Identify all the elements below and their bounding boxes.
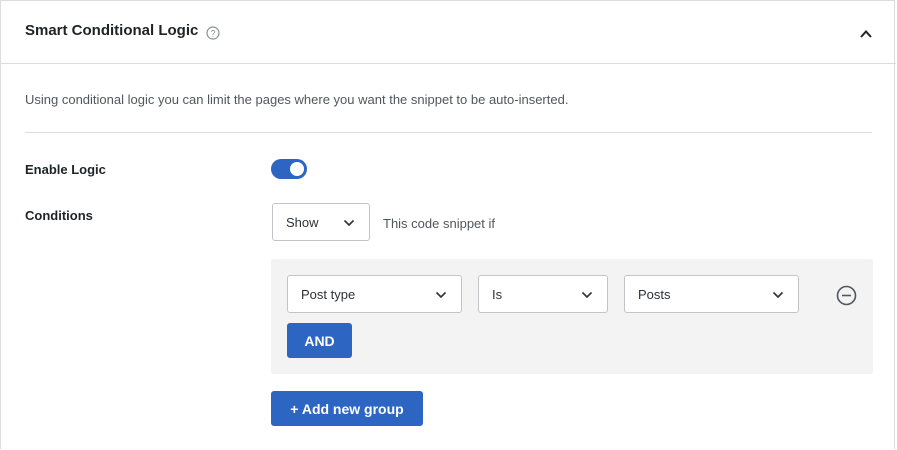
conditions-label: Conditions	[25, 208, 93, 223]
panel-title: Smart Conditional Logic	[25, 22, 199, 39]
rule-value-value: Posts	[638, 287, 671, 302]
rule-operator-select[interactable]: Is	[478, 275, 608, 313]
svg-text:?: ?	[210, 29, 215, 39]
panel-description: Using conditional logic you can limit th…	[25, 92, 569, 107]
conditions-hint: This code snippet if	[383, 216, 496, 231]
and-button[interactable]: AND	[287, 323, 352, 358]
panel-header: Smart Conditional Logic ?	[1, 1, 896, 64]
show-hide-value: Show	[286, 215, 319, 230]
chevron-down-icon	[343, 219, 355, 227]
conditional-logic-panel: Smart Conditional Logic ? Using conditio…	[0, 0, 896, 449]
enable-logic-toggle[interactable]	[271, 159, 307, 179]
toggle-knob	[290, 162, 304, 176]
chevron-up-icon[interactable]	[858, 26, 874, 42]
rule-field-value: Post type	[301, 287, 356, 302]
chevron-down-icon	[772, 291, 784, 299]
divider	[25, 132, 872, 133]
chevron-down-icon	[581, 291, 593, 299]
help-icon[interactable]: ?	[206, 26, 220, 40]
enable-logic-label: Enable Logic	[25, 162, 106, 177]
rule-operator-value: Is	[492, 287, 503, 302]
show-hide-select[interactable]: Show	[272, 203, 370, 241]
add-new-group-button[interactable]: + Add new group	[271, 391, 423, 426]
rule-value-select[interactable]: Posts	[624, 275, 799, 313]
chevron-down-icon	[435, 291, 447, 299]
rule-field-select[interactable]: Post type	[287, 275, 462, 313]
remove-rule-icon[interactable]	[836, 285, 857, 306]
